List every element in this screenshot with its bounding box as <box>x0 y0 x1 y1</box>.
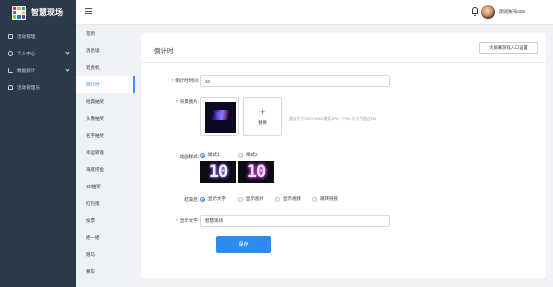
background-image-label: * 背景图片: <box>175 99 199 104</box>
sidebar: 智慧现场 活动管理 个人中心 数据统计 活动管理员 <box>0 0 76 287</box>
show-image-radio[interactable]: 显示图片 <box>238 196 264 202</box>
sidebar-item-label: 数据统计 <box>17 67 36 73</box>
submenu-item-lucky-wheel[interactable]: 幸运转盘 <box>76 144 135 161</box>
page-title: 倒计时 <box>154 48 174 55</box>
submenu-item-slot-machine[interactable]: 老虎机 <box>76 59 135 76</box>
animation-style-2-radio[interactable]: 样式2 <box>238 152 258 158</box>
show-video-radio[interactable]: 显示视频 <box>275 196 301 202</box>
submenu-item-horse-race[interactable]: 跑马 <box>76 246 135 263</box>
user-icon <box>8 51 13 56</box>
save-button[interactable]: 保存 <box>216 236 271 253</box>
logo-icon <box>12 5 26 20</box>
replace-label: 替换 <box>258 119 267 125</box>
group-icon <box>8 85 13 90</box>
divider <box>141 62 546 63</box>
document-icon <box>8 34 13 39</box>
animation-style-label: 动画样式: <box>179 154 199 159</box>
username[interactable]: 测试账号005 <box>499 9 525 15</box>
submenu-item-vote[interactable]: 投票 <box>76 212 135 229</box>
countdown-time-input[interactable]: 10 <box>200 75 390 87</box>
countdown-time-label: * 倒计时时间: <box>171 78 199 83</box>
submenu-item-checkin[interactable]: 签到 <box>76 25 135 42</box>
replace-image-button[interactable]: + 替换 <box>243 97 282 136</box>
required-marker: * <box>175 99 178 104</box>
display-text-label: * 显示文字: <box>175 218 199 223</box>
sidebar-item-label: 个人中心 <box>17 50 36 56</box>
background-image-preview[interactable] <box>200 97 239 136</box>
chevron-down-icon <box>65 67 70 72</box>
sidebar-item-label: 活动管理员 <box>17 84 40 90</box>
chart-icon <box>8 68 13 73</box>
menu-toggle-icon[interactable] <box>85 8 92 14</box>
avatar[interactable] <box>481 5 495 19</box>
sidebar-item-activity-management[interactable]: 活动管理 <box>0 28 76 45</box>
required-marker: * <box>171 78 174 83</box>
sidebar-item-personal-center[interactable]: 个人中心 <box>0 45 76 62</box>
display-text-input[interactable]: 智慧现场 <box>200 215 390 227</box>
countdown-settings-card: 倒计时 大屏幕游戏入口设置 * 倒计时时间: 10 * 背景图片: + 替换 建议尺… <box>141 33 546 278</box>
sidebar-item-activity-admins[interactable]: 活动管理员 <box>0 79 76 96</box>
top-bar: 测试账号005 <box>76 0 553 25</box>
submenu-item-shake[interactable]: 摇一摇 <box>76 229 135 246</box>
submenu-item-fishing[interactable]: 海底捞鱼 <box>76 161 135 178</box>
stage-background-image <box>205 102 236 133</box>
sidebar-item-statistics[interactable]: 数据统计 <box>0 62 76 79</box>
submenu-item-red-packet-rain[interactable]: 红包雨 <box>76 195 135 212</box>
submenu-item-avatar-lottery[interactable]: 头像抽奖 <box>76 110 135 127</box>
image-size-hint: 建议尺寸1920*1080,格式JPG、PNG,大小不超过2M <box>289 117 376 121</box>
animation-style-2-preview[interactable]: 10 <box>238 161 274 183</box>
submenu-item-message-wall[interactable]: 消息墙 <box>76 42 135 59</box>
sidebar-item-label: 活动管理 <box>17 33 36 39</box>
submenu-item-3d-lottery[interactable]: 3D抽奖 <box>76 178 135 195</box>
screen-entry-settings-button[interactable]: 大屏幕游戏入口设置 <box>479 42 538 54</box>
after-end-label: 结束后: <box>184 197 199 202</box>
plus-icon: + <box>259 106 266 117</box>
animation-style-1-preview[interactable]: 10 <box>200 161 236 183</box>
required-marker: * <box>175 218 178 223</box>
submenu-item-countdown[interactable]: 倒计时 <box>76 76 135 93</box>
show-text-radio[interactable]: 显示文字 <box>200 196 226 202</box>
submenu-item-classic-lottery[interactable]: 经典抽奖 <box>76 93 135 110</box>
animation-style-1-radio[interactable]: 样式1 <box>200 152 220 158</box>
jump-link-radio[interactable]: 跳转链接 <box>312 196 338 202</box>
game-submenu: 签到 消息墙 老虎机 倒计时 经典抽奖 头像抽奖 名字抽奖 幸运转盘 海底捞鱼 … <box>76 25 135 287</box>
bell-icon[interactable] <box>471 7 478 16</box>
app-logo[interactable]: 智慧现场 <box>0 0 76 25</box>
app-title: 智慧现场 <box>31 8 63 17</box>
chevron-down-icon <box>65 50 70 55</box>
submenu-item-name-lottery[interactable]: 名字抽奖 <box>76 127 135 144</box>
submenu-item-car-race[interactable]: 赛车 <box>76 263 135 280</box>
